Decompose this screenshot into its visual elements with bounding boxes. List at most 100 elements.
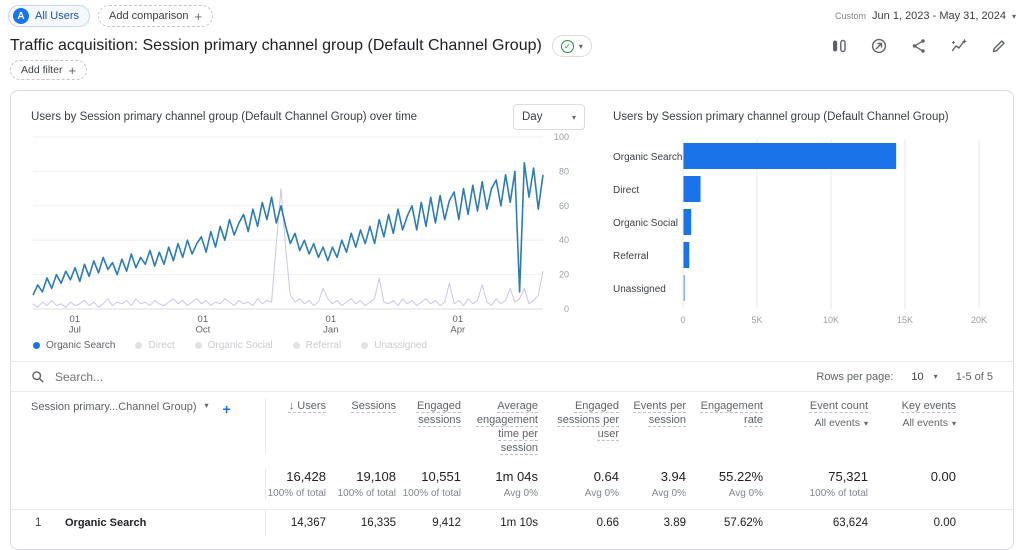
column-header-label: Average engagement time per session bbox=[477, 400, 538, 454]
totals-cell: 75,321100% of total bbox=[763, 469, 868, 499]
svg-text:20K: 20K bbox=[971, 315, 987, 325]
column-header-average-engagement-time-per-session[interactable]: Average engagement time per session bbox=[461, 399, 538, 455]
bar-referral bbox=[684, 242, 690, 268]
granularity-select[interactable]: Day ▾ bbox=[513, 104, 585, 130]
plus-icon: + bbox=[195, 9, 203, 24]
totals-sub: Avg 0% bbox=[538, 488, 619, 499]
column-header-engaged-sessions-per-user[interactable]: Engaged sessions per user bbox=[538, 399, 619, 455]
report-header: Traffic acquisition: Session primary cha… bbox=[10, 32, 1008, 60]
totals-cell: 0.00 bbox=[868, 469, 956, 499]
bar-chart-title: Users by Session primary channel group (… bbox=[613, 111, 949, 123]
users-by-channel-chart: 05K10K15K20KOrganic SearchDirectOrganic … bbox=[613, 137, 1005, 342]
totals-sub: 100% of total bbox=[763, 488, 868, 499]
svg-text:100: 100 bbox=[554, 133, 569, 142]
svg-text:01Apr: 01Apr bbox=[450, 314, 465, 336]
totals-cell: 3.94 Avg 0% bbox=[619, 469, 686, 499]
insights-icon[interactable] bbox=[950, 37, 968, 55]
add-comparison-chip[interactable]: Add comparison + bbox=[98, 5, 213, 27]
totals-sub: Avg 0% bbox=[619, 488, 686, 499]
legend-item-organic-social[interactable]: Organic Social bbox=[195, 340, 273, 351]
totals-value: 16,428 bbox=[266, 469, 326, 484]
totals-cell: 10,551100% of total bbox=[396, 469, 461, 499]
date-range-value: Jun 1, 2023 - May 31, 2024 bbox=[872, 10, 1006, 22]
totals-cell: 19,108100% of total bbox=[326, 469, 396, 499]
line-chart-panel: Users by Session primary channel group (… bbox=[31, 101, 585, 351]
totals-sub: 100% of total bbox=[266, 488, 326, 499]
bar-organic-search bbox=[684, 143, 897, 169]
column-header-label: Key events bbox=[902, 400, 956, 412]
date-range-picker[interactable]: Custom Jun 1, 2023 - May 31, 2024 ▾ bbox=[835, 10, 1016, 22]
legend-item-referral[interactable]: Referral bbox=[293, 340, 342, 351]
svg-text:0: 0 bbox=[680, 315, 685, 325]
top-bar: A All Users Add comparison + Custom Jun … bbox=[8, 4, 1016, 28]
totals-value: 10,551 bbox=[396, 469, 461, 484]
column-header-events-per-session[interactable]: Events per session bbox=[619, 399, 686, 455]
edit-icon[interactable] bbox=[990, 37, 1008, 55]
add-comparison-label: Add comparison bbox=[109, 10, 189, 22]
column-header-sessions[interactable]: Sessions bbox=[326, 399, 396, 455]
column-subfilter[interactable]: All events▾ bbox=[767, 416, 868, 431]
chevron-down-icon: ▾ bbox=[572, 113, 576, 122]
bar-organic-social bbox=[684, 209, 692, 235]
row-metric-value: 14,367 bbox=[266, 517, 326, 529]
totals-value: 1m 04s bbox=[461, 469, 538, 484]
compare-icon[interactable] bbox=[830, 37, 848, 55]
search-input[interactable] bbox=[55, 370, 355, 384]
column-header-engagement-rate[interactable]: Engagement rate bbox=[686, 399, 763, 455]
svg-text:01Jul: 01Jul bbox=[69, 314, 81, 336]
svg-text:Organic Search: Organic Search bbox=[613, 152, 682, 163]
svg-text:60: 60 bbox=[559, 201, 569, 211]
column-header-event-count[interactable]: Event countAll events▾ bbox=[763, 399, 868, 455]
pagination-status: 1-5 of 5 bbox=[956, 371, 993, 383]
legend-item-direct[interactable]: Direct bbox=[135, 340, 174, 351]
rows-per-page-value: 10 bbox=[911, 371, 923, 383]
column-subfilter[interactable]: All events▾ bbox=[872, 416, 956, 431]
column-header-engaged-sessions[interactable]: Engaged sessions bbox=[396, 399, 461, 455]
page-title: Traffic acquisition: Session primary cha… bbox=[10, 37, 542, 55]
legend-item-organic-search[interactable]: Organic Search bbox=[33, 340, 115, 351]
svg-text:5K: 5K bbox=[751, 315, 762, 325]
column-header-key-events[interactable]: Key events All events▾ bbox=[868, 399, 956, 455]
legend-dot-icon bbox=[361, 342, 368, 349]
row-rank: 1 bbox=[31, 517, 65, 529]
legend-dot-icon bbox=[195, 342, 202, 349]
svg-text:0: 0 bbox=[564, 304, 569, 314]
svg-text:40: 40 bbox=[559, 235, 569, 245]
explore-icon[interactable] bbox=[870, 37, 888, 55]
rows-per-page-select[interactable]: 10 ▾ bbox=[911, 371, 937, 383]
chevron-down-icon: ▾ bbox=[204, 401, 208, 410]
all-users-chip[interactable]: A All Users bbox=[8, 5, 90, 27]
share-icon[interactable] bbox=[910, 37, 928, 55]
bar-direct bbox=[684, 176, 701, 202]
legend-item-unassigned[interactable]: Unassigned bbox=[361, 340, 427, 351]
totals-value: 19,108 bbox=[326, 469, 396, 484]
totals-sub: Avg 0% bbox=[461, 488, 538, 499]
row-metric-value: 0.00 bbox=[868, 517, 956, 529]
add-dimension-button[interactable]: + bbox=[223, 401, 231, 417]
totals-sub: Avg 0% bbox=[686, 488, 763, 499]
svg-text:Organic Social: Organic Social bbox=[613, 218, 678, 229]
column-header-users[interactable]: ↓ Users bbox=[266, 399, 326, 455]
column-header-label: Engagement rate bbox=[701, 400, 763, 426]
charts-area: Users by Session primary channel group (… bbox=[11, 91, 1013, 351]
totals-cell: 55.22%Avg 0% bbox=[686, 469, 763, 499]
totals-cell: 0.64 Avg 0% bbox=[538, 469, 619, 499]
column-header-label: Sessions bbox=[351, 400, 396, 412]
data-quality-dropdown[interactable]: ✓ ▾ bbox=[552, 35, 592, 57]
row-metric-value: 63,624 bbox=[763, 517, 868, 529]
bar-chart-panel: Users by Session primary channel group (… bbox=[613, 101, 1005, 351]
totals-value: 0.64 bbox=[538, 469, 619, 484]
rows-per-page-label: Rows per page: bbox=[816, 371, 893, 383]
row-metric-value: 57.62% bbox=[686, 517, 763, 529]
totals-value: 3.94 bbox=[619, 469, 686, 484]
svg-text:20: 20 bbox=[559, 270, 569, 280]
table-row[interactable]: 1Organic Search14,36716,3359,4121m 10s0.… bbox=[11, 509, 1013, 536]
dimension-column-header[interactable]: Session primary...Channel Group) ▾ + bbox=[31, 399, 265, 455]
row-metrics: 14,36716,3359,4121m 10s0.663.8957.62%63,… bbox=[265, 510, 956, 536]
row-dimension-cell: 1Organic Search bbox=[31, 517, 265, 529]
svg-text:Unassigned: Unassigned bbox=[613, 284, 666, 295]
column-header-label: Events per session bbox=[633, 400, 686, 426]
legend-dot-icon bbox=[33, 342, 40, 349]
report-card: Users by Session primary channel group (… bbox=[10, 90, 1014, 550]
add-filter-chip[interactable]: Add filter + bbox=[10, 60, 87, 80]
